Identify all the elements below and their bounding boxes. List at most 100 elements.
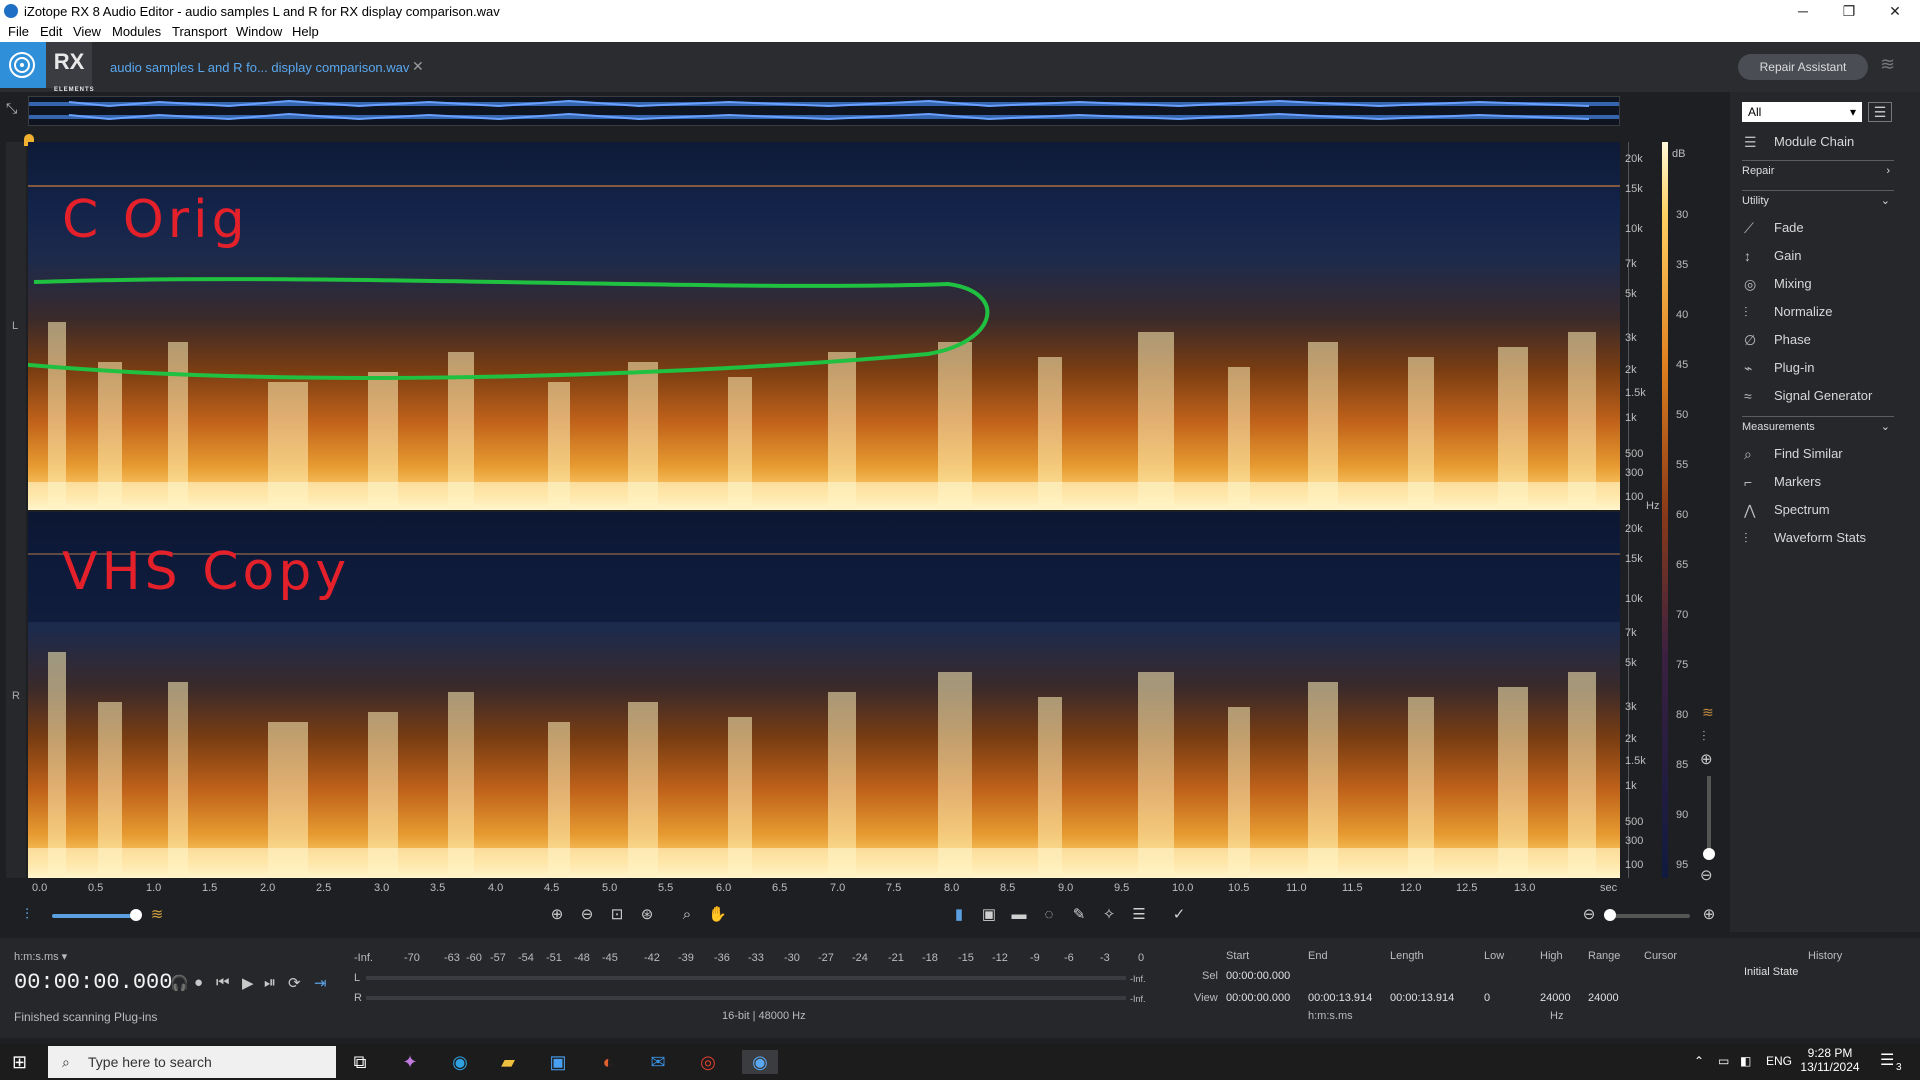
maximize-button[interactable]: ❐ xyxy=(1826,0,1872,22)
view-end[interactable]: 00:00:13.914 xyxy=(1308,992,1372,1004)
task-view-icon[interactable]: ⧉ xyxy=(346,1050,374,1074)
taskbar-search[interactable]: ⌕ Type here to search xyxy=(48,1046,336,1078)
module-find-similar[interactable]: Find Similar xyxy=(1774,446,1843,461)
zoom-in-icon[interactable]: ⊕ xyxy=(548,906,566,924)
opacity-slider-handle[interactable] xyxy=(130,909,142,921)
zoom-out-vertical-icon[interactable]: ⊖ xyxy=(1700,866,1713,884)
instant-process-icon[interactable]: ✓ xyxy=(1170,906,1188,924)
close-window-button[interactable]: ✕ xyxy=(1872,0,1918,22)
menu-window[interactable]: Window xyxy=(236,24,282,39)
record-button[interactable]: ● xyxy=(194,974,203,991)
collapse-overview-icon[interactable]: ⤡ xyxy=(6,100,17,117)
zoom-out-icon[interactable]: ⊖ xyxy=(578,906,596,924)
time-selection-icon[interactable]: ▮ xyxy=(950,906,968,924)
headphones-icon[interactable]: 🎧 xyxy=(170,974,189,992)
db-colorbar xyxy=(1662,142,1668,878)
waveform-view-icon[interactable]: ⫶ xyxy=(18,906,36,924)
menu-view[interactable]: View xyxy=(73,24,101,39)
menu-file[interactable]: File xyxy=(8,24,29,39)
db-tick: 95 xyxy=(1676,859,1689,871)
module-spectrum[interactable]: Spectrum xyxy=(1774,502,1830,517)
freq-range[interactable]: 24000 xyxy=(1588,992,1619,1004)
file-explorer-icon[interactable]: ▰ xyxy=(494,1050,522,1074)
edge-icon[interactable]: ◉ xyxy=(446,1050,474,1074)
language-indicator[interactable]: ENG xyxy=(1766,1054,1792,1068)
tray-arrow-icon[interactable]: ⌃ xyxy=(1694,1054,1704,1068)
play-selection-button[interactable]: ⏯ xyxy=(264,974,276,991)
vertical-zoom-slider[interactable] xyxy=(1707,776,1711,856)
history-item[interactable]: Initial State xyxy=(1744,966,1798,978)
zoom-in-horizontal-icon[interactable]: ⊕ xyxy=(1700,906,1718,924)
repair-assistant-button[interactable]: Repair Assistant xyxy=(1738,54,1868,80)
vertical-zoom-handle[interactable] xyxy=(1703,848,1715,860)
menu-modules[interactable]: Modules xyxy=(112,24,161,39)
freq-tick: 1.5k xyxy=(1625,755,1646,767)
section-utility[interactable]: Utility ⌄ xyxy=(1742,190,1894,210)
module-waveform-stats[interactable]: Waveform Stats xyxy=(1774,530,1866,545)
spectrogram-view-icon[interactable]: ≋ xyxy=(148,906,166,924)
notifications-icon[interactable]: ☰ xyxy=(1880,1050,1894,1070)
lasso-icon[interactable]: ◌ xyxy=(1040,906,1058,924)
module-mixing[interactable]: Mixing xyxy=(1774,276,1812,291)
panel-menu-icon[interactable]: ☰ xyxy=(1868,102,1892,122)
minimize-button[interactable]: ─ xyxy=(1780,0,1826,22)
module-fade[interactable]: Fade xyxy=(1774,220,1804,235)
module-signal-generator[interactable]: Signal Generator xyxy=(1774,388,1872,403)
view-length[interactable]: 00:00:13.914 xyxy=(1390,992,1454,1004)
frequency-selection-icon[interactable]: ▬ xyxy=(1010,906,1028,924)
horizontal-zoom-handle[interactable] xyxy=(1604,909,1616,921)
module-plugin[interactable]: Plug-in xyxy=(1774,360,1814,375)
chrome-icon[interactable]: ◎ xyxy=(694,1050,722,1074)
zoom-selection-icon[interactable]: ⊡ xyxy=(608,906,626,924)
loop-button[interactable]: ⟳ xyxy=(288,974,301,992)
copilot-icon[interactable]: ✦ xyxy=(396,1050,424,1074)
brush-icon[interactable]: ✎ xyxy=(1070,906,1088,924)
tray-volume-icon[interactable]: ◧ xyxy=(1740,1054,1751,1068)
waveform-toggle-icon[interactable]: ⫶ xyxy=(1702,728,1706,745)
spectrogram-toggle-icon[interactable]: ≋ xyxy=(1702,704,1714,721)
find-similar-icon: ⌕ xyxy=(1744,446,1752,462)
close-tab-icon[interactable]: ✕ xyxy=(412,58,424,75)
previous-button[interactable]: ⏮ xyxy=(216,974,230,991)
hand-tool-icon[interactable]: ✋ xyxy=(708,906,727,924)
zoom-tool-icon[interactable]: ⌕ xyxy=(678,906,696,924)
waveform-overview[interactable] xyxy=(28,96,1620,126)
zoom-in-vertical-icon[interactable]: ⊕ xyxy=(1700,750,1713,768)
time-tick: 0.5 xyxy=(88,882,104,894)
freq-high[interactable]: 24000 xyxy=(1540,992,1571,1004)
menu-help[interactable]: Help xyxy=(292,24,319,39)
sel-start[interactable]: 00:00:00.000 xyxy=(1226,970,1290,982)
menu-transport[interactable]: Transport xyxy=(172,24,227,39)
tray-network-icon[interactable]: ▭ xyxy=(1718,1054,1729,1068)
magic-wand-icon[interactable]: ✧ xyxy=(1100,906,1118,924)
view-start[interactable]: 00:00:00.000 xyxy=(1226,992,1290,1004)
horizontal-zoom-slider[interactable] xyxy=(1608,914,1690,918)
section-measurements[interactable]: Measurements ⌄ xyxy=(1742,416,1894,436)
time-format-selector[interactable]: h:m:s.ms ▾ xyxy=(14,950,67,963)
module-chain[interactable]: Module Chain xyxy=(1774,134,1854,149)
clock[interactable]: 9:28 PM 13/11/2024 xyxy=(1790,1046,1870,1074)
mail-icon[interactable]: ✉ xyxy=(644,1050,672,1074)
section-repair[interactable]: Repair › xyxy=(1742,160,1894,180)
spectrogram-left-channel[interactable]: C Orig xyxy=(28,142,1620,510)
file-tab[interactable]: audio samples L and R fo... display comp… xyxy=(110,60,409,75)
module-phase[interactable]: Phase xyxy=(1774,332,1811,347)
module-gain[interactable]: Gain xyxy=(1774,248,1801,263)
play-button[interactable]: ▶ xyxy=(242,974,254,992)
app-icon-orange[interactable]: ◐ xyxy=(594,1050,622,1074)
module-markers[interactable]: Markers xyxy=(1774,474,1821,489)
opacity-slider[interactable] xyxy=(52,914,138,918)
zoom-fit-icon[interactable]: ⊛ xyxy=(638,906,656,924)
menu-edit[interactable]: Edit xyxy=(40,24,62,39)
module-normalize[interactable]: Normalize xyxy=(1774,304,1833,319)
module-filter-select[interactable]: All ▾ xyxy=(1742,102,1862,122)
freq-low[interactable]: 0 xyxy=(1484,992,1490,1004)
windows-start-icon[interactable]: ⊞ xyxy=(12,1052,27,1073)
spectrogram-right-channel[interactable]: VHS Copy xyxy=(28,512,1620,878)
harmonic-selection-icon[interactable]: ☰ xyxy=(1130,906,1148,924)
time-frequency-selection-icon[interactable]: ▣ xyxy=(980,906,998,924)
izotope-taskbar-icon[interactable]: ◉ xyxy=(742,1050,778,1074)
follow-playhead-button[interactable]: ⇥ xyxy=(314,974,327,992)
store-icon[interactable]: ▣ xyxy=(544,1050,572,1074)
zoom-out-horizontal-icon[interactable]: ⊖ xyxy=(1580,906,1598,924)
